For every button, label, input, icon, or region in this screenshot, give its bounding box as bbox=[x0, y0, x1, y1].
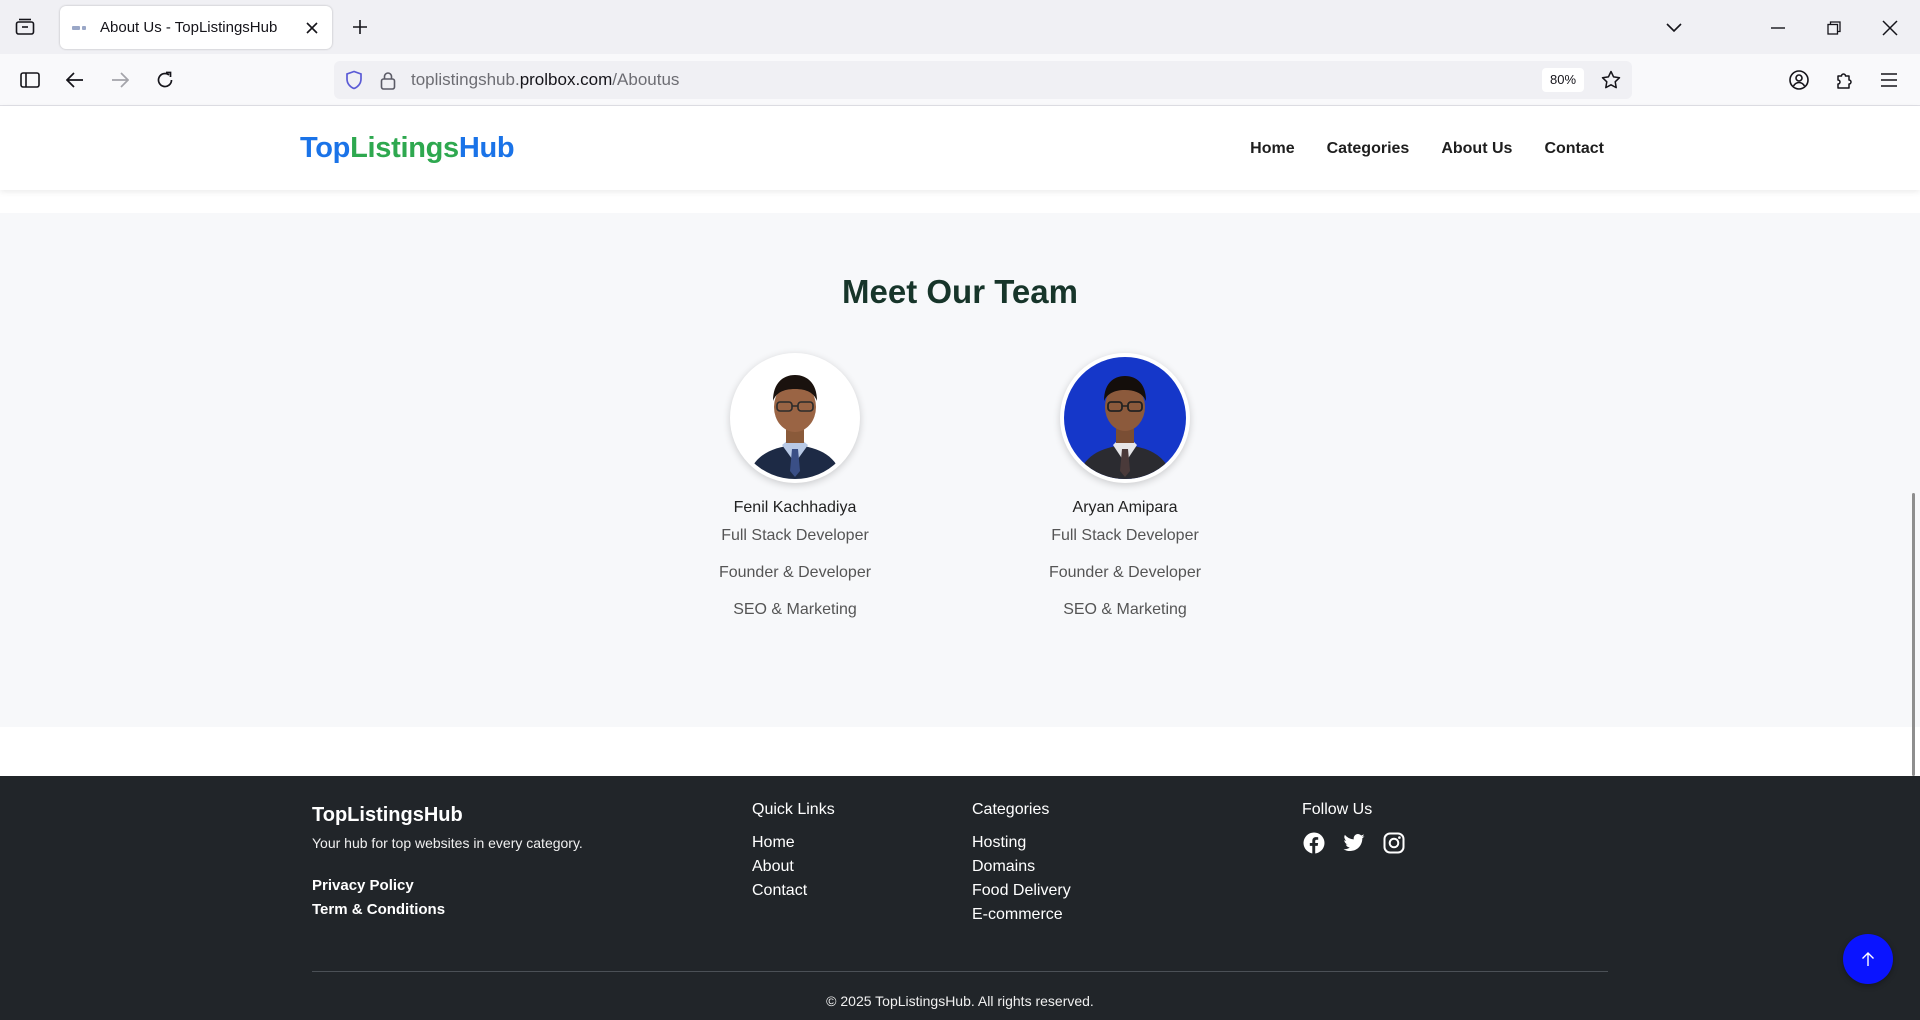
footer-divider bbox=[312, 971, 1608, 972]
url-path: /Aboutus bbox=[612, 70, 680, 89]
footer-categories: Categories Hosting Domains Food Delivery… bbox=[972, 801, 1071, 927]
member-role: Founder & Developer bbox=[1048, 564, 1202, 581]
bookmark-star-icon[interactable] bbox=[1598, 67, 1624, 93]
twitter-icon[interactable] bbox=[1342, 831, 1366, 855]
page-scrollbar[interactable] bbox=[1912, 493, 1915, 776]
follow-us-title: Follow Us bbox=[1302, 801, 1373, 818]
footer-category-domains[interactable]: Domains bbox=[972, 855, 1071, 879]
menu-icon[interactable] bbox=[1873, 64, 1905, 96]
team-member-card: Fenil Kachhadiya Full Stack Developer Fo… bbox=[685, 353, 905, 619]
footer-quick-links: Quick Links Home About Contact bbox=[752, 801, 835, 903]
site-footer: TopListingsHub Your hub for top websites… bbox=[0, 776, 1920, 1020]
new-tab-icon[interactable] bbox=[346, 13, 374, 41]
site-favicon-icon bbox=[72, 24, 86, 32]
footer-link-home[interactable]: Home bbox=[752, 831, 835, 855]
url-prefix: toplistingshub. bbox=[411, 70, 520, 89]
browser-tab-bar: About Us - TopListingsHub bbox=[0, 0, 1920, 54]
footer-category-hosting[interactable]: Hosting bbox=[972, 831, 1071, 855]
nav-contact[interactable]: Contact bbox=[1544, 140, 1604, 158]
reload-icon[interactable] bbox=[149, 64, 181, 96]
tab-title: About Us - TopListingsHub bbox=[100, 19, 278, 36]
scroll-to-top-button[interactable] bbox=[1843, 934, 1893, 984]
footer-copyright: © 2025 TopListingsHub. All rights reserv… bbox=[826, 993, 1094, 1009]
team-section: Meet Our Team Fenil Kachhadiya Full Stac… bbox=[0, 213, 1920, 727]
member-role: Full Stack Developer bbox=[721, 527, 869, 544]
member-name: Fenil Kachhadiya bbox=[733, 499, 857, 516]
footer-link-about[interactable]: About bbox=[752, 855, 835, 879]
footer-legal-links: Privacy Policy Term & Conditions bbox=[312, 874, 445, 922]
avatar bbox=[730, 353, 860, 483]
url-domain: prolbox.com bbox=[519, 70, 613, 89]
zoom-level-badge[interactable]: 80% bbox=[1542, 68, 1585, 92]
logo-part-top: Top bbox=[300, 132, 351, 164]
footer-category-food-delivery[interactable]: Food Delivery bbox=[972, 879, 1071, 903]
active-tab[interactable]: About Us - TopListingsHub bbox=[60, 6, 332, 49]
footer-link-contact[interactable]: Contact bbox=[752, 879, 835, 903]
site-logo[interactable]: TopListingsHub bbox=[300, 132, 515, 165]
logo-part-listings: Listings bbox=[350, 132, 459, 164]
terms-conditions-link[interactable]: Term & Conditions bbox=[312, 898, 445, 922]
account-icon[interactable] bbox=[1783, 64, 1815, 96]
tracking-protection-shield-icon[interactable] bbox=[342, 68, 366, 92]
facebook-icon[interactable] bbox=[1302, 831, 1326, 855]
url-text[interactable]: toplistingshub.prolbox.com/Aboutus bbox=[411, 70, 679, 90]
categories-title: Categories bbox=[972, 801, 1050, 818]
close-window-icon[interactable] bbox=[1874, 12, 1906, 44]
privacy-policy-link[interactable]: Privacy Policy bbox=[312, 874, 445, 898]
avatar bbox=[1060, 353, 1190, 483]
site-header: TopListingsHub Home Categories About Us … bbox=[0, 106, 1920, 190]
tab-list-icon[interactable] bbox=[10, 14, 40, 40]
nav-home[interactable]: Home bbox=[1250, 140, 1294, 158]
nav-about-us[interactable]: About Us bbox=[1441, 140, 1512, 158]
member-role: SEO & Marketing bbox=[733, 601, 857, 618]
member-photo bbox=[734, 357, 856, 479]
restore-icon[interactable] bbox=[1818, 12, 1850, 44]
member-role: Full Stack Developer bbox=[1051, 527, 1199, 544]
logo-part-hub: Hub bbox=[458, 132, 515, 164]
footer-brand: TopListingsHub bbox=[312, 804, 463, 826]
arrow-up-icon bbox=[1862, 952, 1874, 966]
browser-nav-bar: toplistingshub.prolbox.com/Aboutus 80% bbox=[0, 54, 1920, 106]
chevron-down-icon[interactable] bbox=[1658, 12, 1690, 44]
forward-icon[interactable] bbox=[104, 64, 136, 96]
site-nav: Home Categories About Us Contact bbox=[1250, 140, 1604, 158]
team-heading: Meet Our Team bbox=[842, 273, 1078, 310]
team-member-card: Aryan Amipara Full Stack Developer Found… bbox=[1015, 353, 1235, 619]
address-bar[interactable]: toplistingshub.prolbox.com/Aboutus 80% bbox=[334, 61, 1632, 99]
minimize-icon[interactable] bbox=[1762, 12, 1794, 44]
lock-icon[interactable] bbox=[376, 68, 400, 92]
nav-categories[interactable]: Categories bbox=[1327, 140, 1410, 158]
footer-tagline: Your hub for top websites in every categ… bbox=[312, 835, 583, 851]
footer-follow-us: Follow Us bbox=[1302, 801, 1406, 855]
extensions-icon[interactable] bbox=[1828, 64, 1860, 96]
instagram-icon[interactable] bbox=[1382, 831, 1406, 855]
member-role: SEO & Marketing bbox=[1063, 601, 1187, 618]
close-tab-icon[interactable] bbox=[298, 14, 326, 42]
back-icon[interactable] bbox=[59, 64, 91, 96]
quick-links-title: Quick Links bbox=[752, 801, 835, 818]
footer-category-ecommerce[interactable]: E-commerce bbox=[972, 903, 1071, 927]
member-role: Founder & Developer bbox=[718, 564, 872, 581]
sidebar-icon[interactable] bbox=[14, 64, 46, 96]
member-photo bbox=[1064, 357, 1186, 479]
member-name: Aryan Amipara bbox=[1072, 499, 1178, 516]
social-links bbox=[1302, 831, 1406, 855]
